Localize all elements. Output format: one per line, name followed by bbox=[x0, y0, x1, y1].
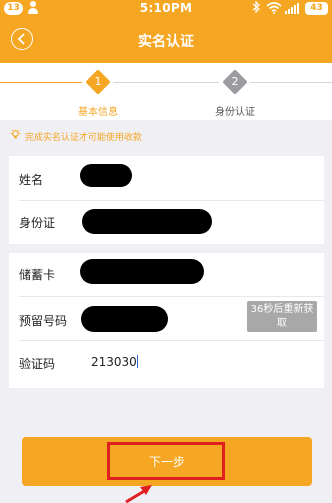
code-value: 213030 bbox=[91, 355, 137, 369]
tip-message: 完成实名认证才可能使用收款 bbox=[10, 129, 142, 145]
id-label: 身份证 bbox=[19, 216, 56, 230]
code-label: 验证码 bbox=[19, 357, 56, 371]
step-identity: 2 身份认证 bbox=[185, 69, 285, 118]
step-2-marker: 2 bbox=[222, 69, 248, 95]
step-basic-info: 1 基本信息 bbox=[48, 69, 148, 118]
step-1-marker: 1 bbox=[85, 69, 111, 95]
step-1-label: 基本信息 bbox=[78, 107, 118, 118]
name-label: 姓名 bbox=[19, 173, 44, 187]
status-bar: 13 5:10PM 43 bbox=[0, 0, 332, 17]
step-indicator: 1 基本信息 2 身份认证 bbox=[0, 63, 332, 120]
code-input[interactable]: 213030 bbox=[91, 355, 138, 369]
step-2-label: 身份认证 bbox=[215, 107, 255, 118]
card-row: 储蓄卡 bbox=[9, 253, 324, 296]
id-input[interactable] bbox=[82, 209, 212, 234]
tip-text: 完成实名认证才可能使用收款 bbox=[24, 133, 142, 143]
phone-row: 预留号码 36秒后重新获取 bbox=[9, 296, 324, 340]
bank-info-group: 储蓄卡 预留号码 36秒后重新获取 验证码 213030 bbox=[9, 253, 324, 388]
title-bar: 实名认证 bbox=[0, 17, 332, 63]
id-row: 身份证 bbox=[9, 200, 324, 244]
status-time: 5:10PM bbox=[139, 1, 193, 15]
arrow-annotation-icon bbox=[124, 484, 154, 503]
code-row: 验证码 213030 bbox=[9, 340, 324, 388]
phone-input[interactable] bbox=[81, 306, 168, 332]
next-step-label: 下一步 bbox=[148, 455, 185, 469]
bluetooth-icon bbox=[252, 0, 260, 16]
screen: 13 5:10PM 43 实名认证 1 基本信息 2 身份认证 完成实名认证才可… bbox=[0, 0, 332, 503]
next-step-button[interactable]: 下一步 bbox=[22, 437, 312, 486]
signal-icon bbox=[285, 3, 299, 14]
lightbulb-icon bbox=[10, 129, 22, 146]
page-title: 实名认证 bbox=[138, 34, 194, 50]
card-input[interactable] bbox=[80, 259, 204, 284]
battery-indicator: 43 bbox=[305, 2, 328, 15]
phone-label: 预留号码 bbox=[19, 314, 68, 328]
text-cursor bbox=[136, 355, 138, 368]
card-label: 储蓄卡 bbox=[19, 268, 56, 282]
name-row: 姓名 bbox=[9, 156, 324, 200]
wifi-icon bbox=[266, 2, 282, 14]
resend-code-button[interactable]: 36秒后重新获取 bbox=[247, 301, 317, 332]
personal-info-group: 姓名 身份证 bbox=[9, 156, 324, 244]
name-input[interactable] bbox=[80, 164, 132, 187]
